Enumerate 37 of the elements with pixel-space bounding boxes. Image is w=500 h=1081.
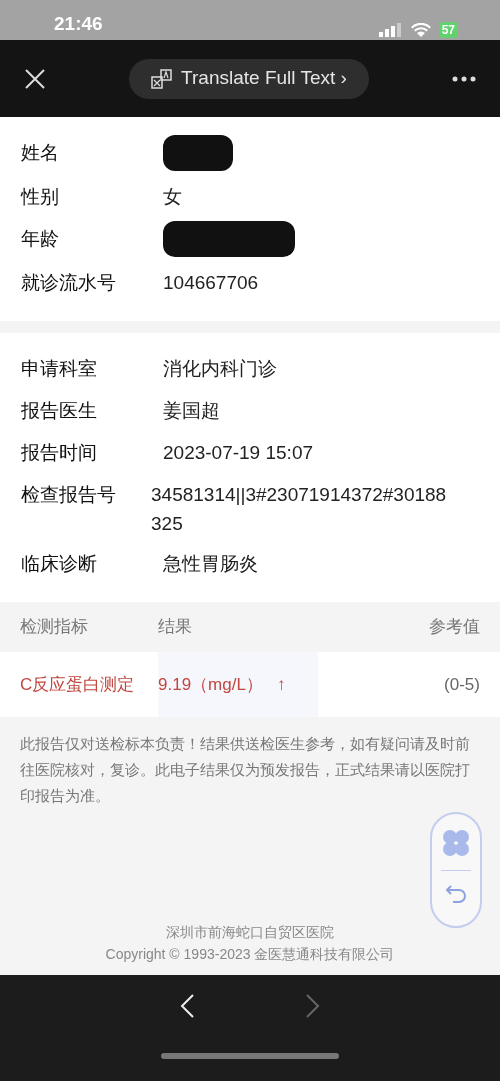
disclaimer-text: 此报告仅对送检标本负责！结果供送检医生参考，如有疑问请及时前往医院核对，复诊。此电子结果仅为预发报告，正式结果请以医院打印报告为准。 bbox=[19, 734, 471, 806]
field-value: 2023-07-19 15:07 bbox=[163, 441, 313, 465]
field-value: 女 bbox=[163, 185, 182, 209]
clock: 21:46 bbox=[54, 11, 103, 36]
battery-indicator: 57 bbox=[438, 22, 458, 38]
wifi-icon bbox=[410, 23, 431, 37]
field-label: 年龄 bbox=[21, 227, 60, 251]
footer-text: Copyright © 1993-2023 金医慧通科技有限公司 bbox=[105, 945, 395, 964]
field-label: 检查报告号 bbox=[21, 483, 117, 507]
more-icon[interactable] bbox=[452, 75, 476, 82]
translate-icon bbox=[151, 67, 174, 90]
field-label: 报告医生 bbox=[21, 399, 98, 423]
field-label: 性别 bbox=[21, 185, 60, 209]
field-label: 就诊流水号 bbox=[21, 271, 117, 295]
field-label: 临床诊断 bbox=[21, 552, 98, 576]
column-header: 检测指标 bbox=[20, 616, 89, 639]
forward-icon[interactable] bbox=[305, 993, 321, 1019]
translate-button[interactable]: Translate Full Text › bbox=[129, 58, 369, 99]
column-header: 参考值 bbox=[429, 616, 480, 639]
redaction-mark bbox=[163, 135, 233, 171]
field-value: 34581314||3#23071914372#30188325 bbox=[151, 483, 448, 536]
close-icon[interactable] bbox=[24, 67, 46, 90]
signal-icon bbox=[378, 23, 403, 37]
field-label: 报告时间 bbox=[21, 441, 98, 465]
result-value: 9.19（mg/L） bbox=[158, 673, 263, 696]
table-cell-text: (0-5) bbox=[443, 673, 480, 696]
field-value: 104667706 bbox=[163, 271, 259, 295]
field-value: 姜国超 bbox=[163, 399, 220, 423]
field-label: 姓名 bbox=[21, 141, 60, 165]
field-value: 消化内科门诊 bbox=[163, 357, 277, 381]
high-flag-label: ↑ bbox=[276, 673, 286, 696]
footer-text: 深圳市前海蛇口自贸区医院 bbox=[166, 923, 334, 942]
field-label: 申请科室 bbox=[21, 357, 98, 381]
field-value: 急性胃肠炎 bbox=[163, 552, 258, 576]
back-icon[interactable] bbox=[179, 993, 195, 1019]
table-cell-text: C反应蛋白测定 bbox=[20, 673, 136, 696]
column-header: 结果 bbox=[158, 616, 193, 639]
